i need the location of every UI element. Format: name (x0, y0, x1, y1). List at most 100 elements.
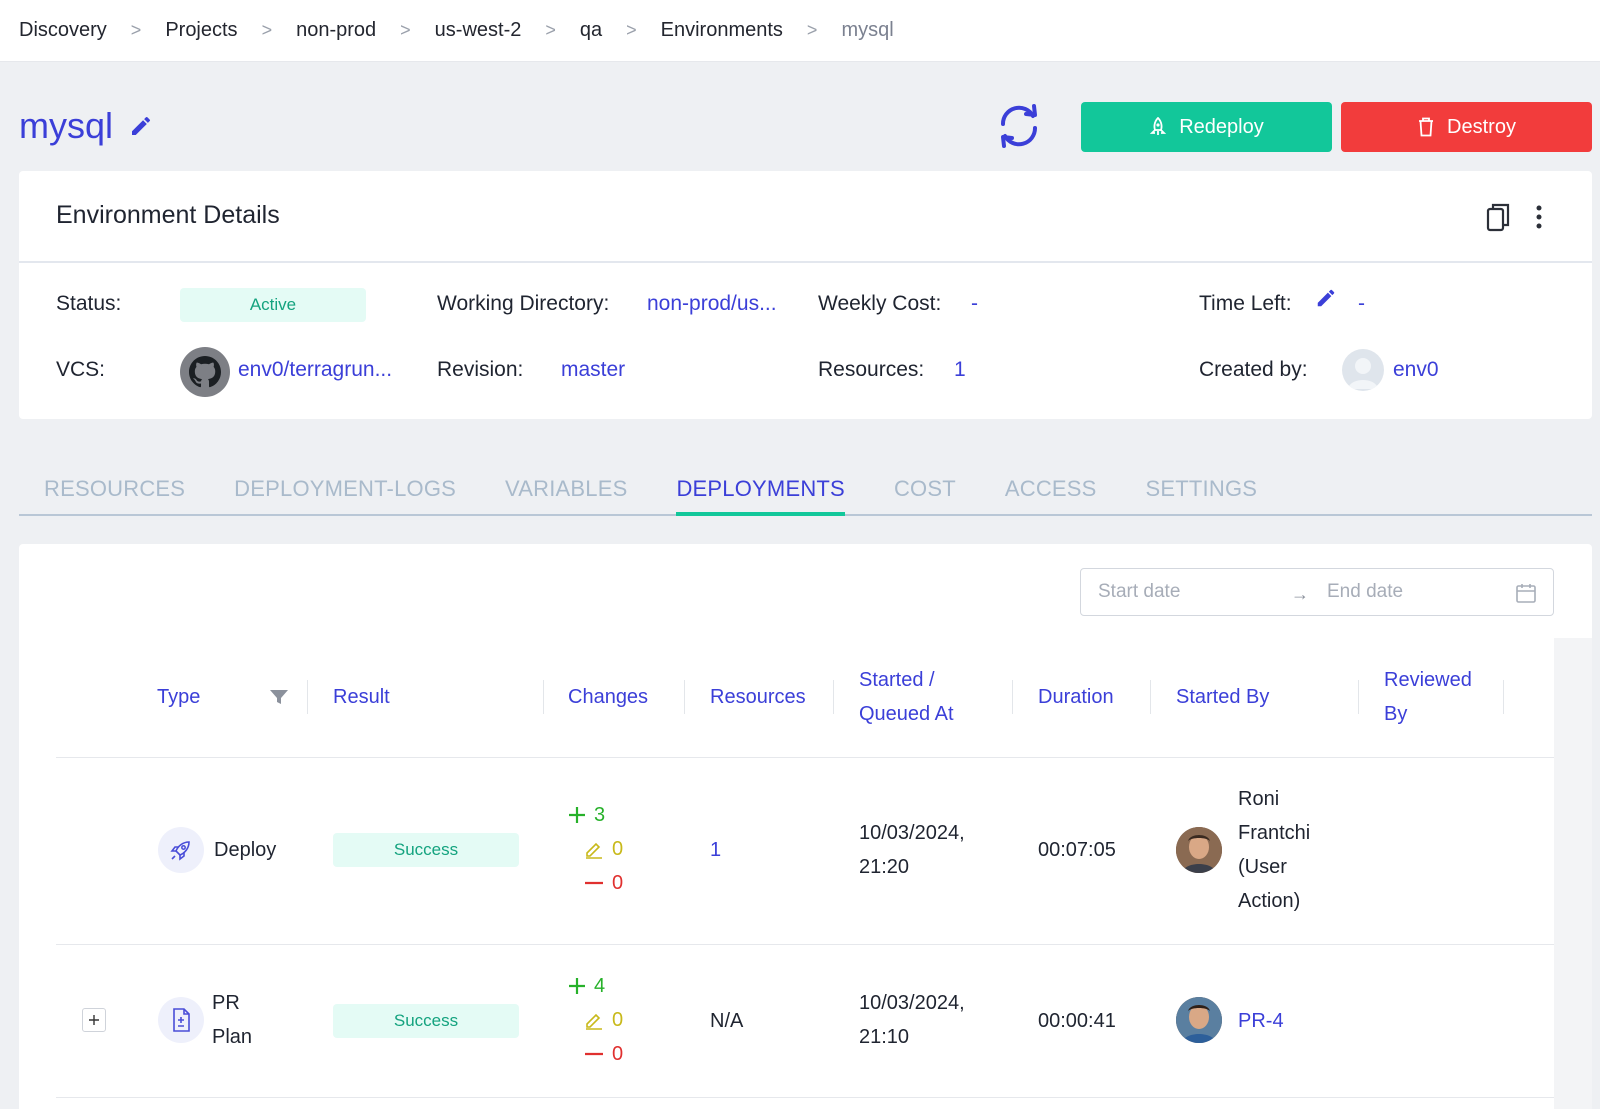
started-by-pr-link[interactable]: PR-4 (1238, 1004, 1284, 1038)
breadcrumb-environments[interactable]: Environments (661, 19, 783, 42)
column-header-reviewed-line2: By (1384, 703, 1408, 725)
breadcrumb-discovery[interactable]: Discovery (19, 19, 107, 42)
changes-destroyed-count: 0 (612, 1043, 624, 1065)
tab-access[interactable]: ACCESS (1005, 462, 1097, 516)
started-time: 21:10 (859, 1026, 910, 1048)
plan-document-icon (158, 997, 204, 1043)
column-divider (543, 680, 544, 714)
tab-deployment-logs[interactable]: DEPLOYMENT-LOGS (234, 462, 456, 516)
breadcrumb-separator: > (626, 20, 637, 40)
breadcrumb-us-west-2[interactable]: us-west-2 (435, 19, 522, 42)
destroy-button[interactable]: Destroy (1341, 102, 1592, 152)
created-by-label: Created by: (1199, 358, 1308, 381)
column-divider (307, 680, 308, 714)
avatar (1176, 997, 1222, 1043)
working-directory-value[interactable]: non-prod/us... (647, 292, 777, 316)
minus-icon (585, 881, 603, 885)
status-label: Status: (56, 292, 122, 315)
breadcrumb-separator: > (545, 20, 556, 40)
pencil-icon (586, 842, 602, 859)
row-divider (56, 757, 1554, 758)
started-date: 10/03/2024, (859, 822, 965, 844)
column-divider (833, 680, 834, 714)
breadcrumb-separator: > (400, 20, 411, 40)
filter-icon[interactable] (269, 688, 289, 706)
weekly-cost-label: Weekly Cost: (818, 292, 942, 315)
deployments-panel: → (19, 544, 1592, 1109)
column-divider (684, 680, 685, 714)
column-header-started-by[interactable]: Started By (1176, 680, 1269, 714)
deployment-type: PR Plan (212, 986, 252, 1054)
pencil-icon[interactable] (1315, 287, 1339, 311)
refresh-icon[interactable] (993, 100, 1045, 152)
column-header-reviewed-line1: Reviewed (1384, 669, 1472, 691)
redeploy-button[interactable]: Redeploy (1081, 102, 1332, 152)
column-divider (1503, 680, 1504, 714)
duration: 00:07:05 (1038, 839, 1116, 861)
pencil-icon[interactable] (129, 114, 153, 138)
resources-label: Resources: (818, 358, 925, 381)
vcs-repository-link[interactable]: env0/terragrun... (238, 358, 392, 382)
resources-value[interactable]: 1 (954, 358, 966, 382)
column-header-changes[interactable]: Changes (568, 680, 648, 714)
started-by-line: Roni (1238, 788, 1280, 810)
revision-value[interactable]: master (561, 358, 625, 382)
duration: 00:00:41 (1038, 1010, 1116, 1032)
column-header-type[interactable]: Type (157, 680, 200, 714)
breadcrumb-separator: > (806, 20, 818, 40)
tab-resources[interactable]: RESOURCES (44, 462, 185, 516)
tab-cost[interactable]: COST (894, 462, 956, 516)
start-date-input[interactable] (1098, 581, 1268, 603)
column-divider (1150, 680, 1151, 714)
more-vertical-icon[interactable] (1534, 203, 1544, 231)
column-header-resources[interactable]: Resources (710, 680, 806, 714)
copy-icon[interactable] (1485, 202, 1511, 232)
expand-row-button[interactable] (82, 1008, 106, 1032)
changes-destroyed: 0 (584, 866, 623, 900)
breadcrumb: Discovery > Projects > non-prod > us-wes… (0, 0, 1600, 62)
resources-count: N/A (710, 1010, 744, 1032)
table-scrollbar[interactable] (1554, 638, 1592, 1109)
avatar (1176, 827, 1222, 873)
breadcrumb-qa[interactable]: qa (580, 19, 602, 42)
changes-destroyed: 0 (584, 1037, 623, 1071)
tab-variables[interactable]: VARIABLES (505, 462, 627, 516)
column-divider (1012, 680, 1013, 714)
destroy-label: Destroy (1447, 115, 1516, 138)
column-divider (1358, 680, 1359, 714)
breadcrumb-non-prod[interactable]: non-prod (296, 19, 376, 42)
breadcrumb-projects[interactable]: Projects (165, 19, 237, 42)
end-date-input[interactable] (1327, 581, 1497, 603)
avatar (1342, 349, 1384, 391)
time-left-label: Time Left: (1199, 292, 1292, 315)
column-header-result[interactable]: Result (333, 680, 390, 714)
weekly-cost-value: - (971, 292, 978, 315)
working-directory-label: Working Directory: (437, 292, 610, 315)
resources-count-link[interactable]: 1 (710, 833, 721, 867)
details-title: Environment Details (56, 201, 280, 229)
tab-settings[interactable]: SETTINGS (1146, 462, 1258, 516)
pencil-icon (586, 1013, 602, 1030)
plus-icon (569, 978, 585, 994)
calendar-icon[interactable] (1515, 582, 1537, 604)
status-badge: Active (180, 288, 366, 322)
vcs-label: VCS: (56, 358, 106, 381)
date-range-picker[interactable]: → (1080, 568, 1554, 616)
status-badge: Success (333, 833, 519, 867)
deployment-type: Deploy (214, 839, 277, 861)
breadcrumb-current: mysql (841, 19, 894, 41)
column-header-reviewed-by[interactable]: Reviewed By (1384, 663, 1472, 731)
started-date: 10/03/2024, (859, 992, 965, 1014)
breadcrumb-separator: > (130, 20, 142, 40)
changes-added: 3 (568, 798, 605, 832)
rocket-icon (1150, 117, 1167, 135)
tab-deployments[interactable]: DEPLOYMENTS (676, 462, 845, 516)
created-by-value[interactable]: env0 (1393, 358, 1439, 382)
changes-added-count: 3 (594, 804, 606, 826)
started-at: 10/03/2024, 21:20 (859, 816, 965, 884)
started-by-line: (User (1238, 856, 1287, 878)
github-icon (180, 347, 230, 397)
column-header-duration[interactable]: Duration (1038, 680, 1114, 714)
plus-icon (89, 1015, 99, 1025)
column-header-started-queued[interactable]: Started / Queued At (859, 663, 954, 731)
